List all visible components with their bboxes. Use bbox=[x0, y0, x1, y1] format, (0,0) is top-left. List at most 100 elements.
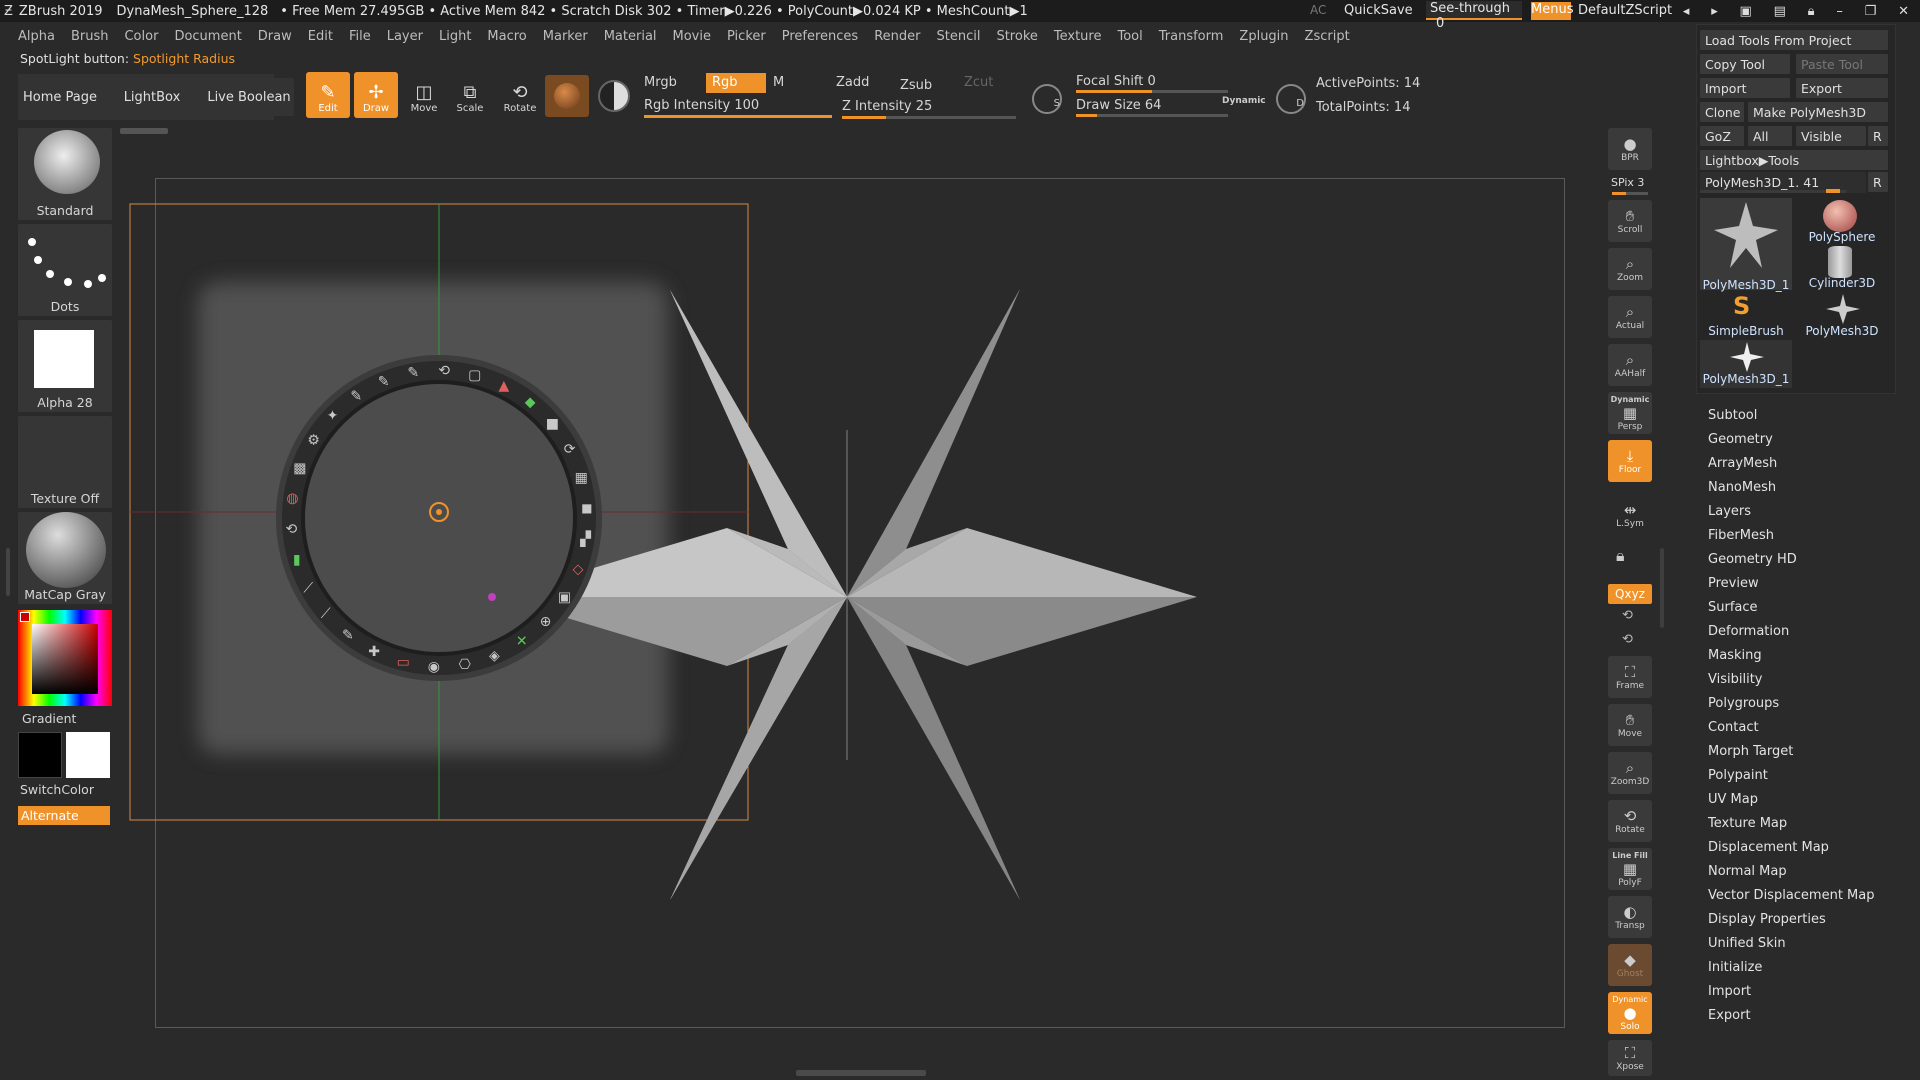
tool-thumb-polymesh3d[interactable]: PolyMesh3D bbox=[1796, 292, 1888, 338]
current-tool-slider-track[interactable] bbox=[1700, 190, 1866, 193]
subpalette-item[interactable]: Displacement Map bbox=[1708, 836, 1875, 860]
rgb-button[interactable]: Rgb bbox=[706, 73, 766, 93]
spotlight-tool-icon[interactable]: ■ bbox=[546, 416, 559, 432]
spix-slider[interactable] bbox=[1612, 192, 1648, 195]
arrow-left-icon[interactable]: ◂ bbox=[1683, 4, 1690, 19]
zadd-button[interactable]: Zadd bbox=[836, 75, 869, 90]
lock-rotation-icon[interactable]: 🔒︎ bbox=[1616, 546, 1625, 566]
spotlight-tool-icon[interactable]: ⎔ bbox=[459, 657, 471, 673]
solo-button[interactable]: Dynamic ● Solo bbox=[1608, 992, 1652, 1034]
spotlight-tool-icon[interactable]: ⟲ bbox=[438, 363, 450, 379]
spotlight-tool-icon[interactable]: ◆ bbox=[525, 394, 536, 410]
spotlight-tool-icon[interactable]: ▲ bbox=[498, 378, 509, 394]
rotate-z-icon[interactable]: ⟲ bbox=[1622, 632, 1633, 647]
current-tool-r-button[interactable]: R bbox=[1868, 172, 1888, 192]
subpalette-item[interactable]: Geometry bbox=[1708, 428, 1875, 452]
aahalf-button[interactable]: ⌕ AAHalf bbox=[1608, 344, 1652, 386]
spotlight-tool-icon[interactable]: ◍ bbox=[286, 490, 298, 506]
bpr-button[interactable]: ● BPR bbox=[1608, 128, 1652, 170]
subpalette-item[interactable]: Geometry HD bbox=[1708, 548, 1875, 572]
spotlight-dial[interactable] bbox=[276, 355, 602, 681]
goz-visible-button[interactable]: Visible bbox=[1796, 126, 1866, 146]
menu-item[interactable]: Preferences bbox=[774, 29, 866, 44]
transp-button[interactable]: ◐ Transp bbox=[1608, 896, 1652, 938]
goz-button[interactable]: GoZ bbox=[1700, 126, 1744, 146]
m-button[interactable]: M bbox=[773, 75, 784, 90]
restore-icon[interactable]: ❐ bbox=[1865, 4, 1877, 19]
menu-item[interactable]: Color bbox=[116, 29, 166, 44]
menu-item[interactable]: Texture bbox=[1046, 29, 1110, 44]
menu-item[interactable]: Edit bbox=[300, 29, 341, 44]
texture-slot[interactable]: Texture Off bbox=[18, 416, 112, 508]
current-tool-slider[interactable]: PolyMesh3D_1. 41 bbox=[1700, 172, 1866, 192]
tool-thumb-simplebrush[interactable]: SimpleBrush bbox=[1700, 292, 1792, 338]
arrow-right-icon[interactable]: ▸ bbox=[1711, 4, 1718, 19]
subpalette-item[interactable]: Masking bbox=[1708, 644, 1875, 668]
spotlight-tool-icon[interactable]: ◈ bbox=[489, 648, 500, 664]
xyz-button[interactable]: Qxyz bbox=[1608, 584, 1652, 604]
spotlight-tool-icon[interactable]: ▮ bbox=[293, 552, 301, 568]
focal-shift-slider[interactable] bbox=[1076, 90, 1228, 93]
goz-r-button[interactable]: R bbox=[1868, 126, 1888, 146]
spotlight-tool-icon[interactable]: ✎ bbox=[407, 365, 419, 381]
scroll-button[interactable]: ✋︎ Scroll bbox=[1608, 200, 1652, 242]
spotlight-tool-icon[interactable]: ▢ bbox=[468, 367, 481, 383]
paste-tool-button[interactable]: Paste Tool bbox=[1796, 54, 1888, 74]
rotate-view-button[interactable]: ⟲ Rotate bbox=[1608, 800, 1652, 842]
menu-item[interactable]: Document bbox=[166, 29, 249, 44]
spotlight-tool-icon[interactable]: ◼ bbox=[581, 501, 593, 517]
close-icon[interactable]: ✕ bbox=[1898, 4, 1909, 19]
menu-item[interactable]: Movie bbox=[665, 29, 719, 44]
spotlight-tool-icon[interactable]: ✎ bbox=[378, 374, 390, 390]
subpalette-item[interactable]: Normal Map bbox=[1708, 860, 1875, 884]
spotlight-tool-icon[interactable]: ⟲ bbox=[285, 521, 297, 537]
home-page-button[interactable]: Home Page bbox=[20, 78, 100, 116]
clone-button[interactable]: Clone bbox=[1700, 102, 1744, 122]
subpalette-item[interactable]: ArrayMesh bbox=[1708, 452, 1875, 476]
viewport-canvas[interactable]: ✎ ⟲ ▢▲◆■⟳▦◼▞◇▣⊕✕◈⎔◉▭✚✎⟋⟋▮⟲◍▩⚙✦✎✎ bbox=[120, 110, 1590, 1070]
spotlight-tool-icon[interactable]: ✎ bbox=[350, 388, 362, 404]
menu-item[interactable]: Alpha bbox=[0, 29, 63, 44]
spotlight-tool-icon[interactable]: ✦ bbox=[327, 408, 339, 424]
subpalette-item[interactable]: Layers bbox=[1708, 500, 1875, 524]
lock-icon[interactable]: 🔒︎ bbox=[1808, 4, 1815, 19]
subpalette-item[interactable]: Visibility bbox=[1708, 668, 1875, 692]
frame-button[interactable]: ⛶ Frame bbox=[1608, 656, 1652, 698]
menu-item[interactable]: Macro bbox=[479, 29, 534, 44]
stroke-slot[interactable]: Dots bbox=[18, 224, 112, 316]
spotlight-handle[interactable] bbox=[488, 593, 496, 601]
layout-alt-icon[interactable]: ▤ bbox=[1774, 4, 1786, 19]
menu-item[interactable]: Tool bbox=[1109, 29, 1150, 44]
floor-button[interactable]: ⤓ Floor bbox=[1608, 440, 1652, 482]
right-tray-handle[interactable] bbox=[1660, 548, 1664, 628]
default-zscript-button[interactable]: DefaultZScript bbox=[1578, 3, 1672, 18]
spotlight-tool-icon[interactable]: ▣ bbox=[558, 589, 571, 605]
subpalette-item[interactable]: NanoMesh bbox=[1708, 476, 1875, 500]
subpalette-item[interactable]: FiberMesh bbox=[1708, 524, 1875, 548]
spotlight-tool-icon[interactable]: ⚙ bbox=[307, 433, 320, 449]
subpalette-item[interactable]: Import bbox=[1708, 980, 1875, 1004]
subpalette-item[interactable]: Polygroups bbox=[1708, 692, 1875, 716]
persp-button[interactable]: Dynamic ▦ Persp bbox=[1608, 392, 1652, 434]
color-picker[interactable] bbox=[18, 610, 112, 706]
menu-item[interactable]: Picker bbox=[719, 29, 774, 44]
menu-item[interactable]: Stroke bbox=[988, 29, 1045, 44]
spotlight-tool-icon[interactable]: ▭ bbox=[397, 655, 410, 671]
subpalette-item[interactable]: Vector Displacement Map bbox=[1708, 884, 1875, 908]
subpalette-item[interactable]: Surface bbox=[1708, 596, 1875, 620]
xpose-button[interactable]: ⛶ Xpose bbox=[1608, 1040, 1652, 1076]
subpalette-item[interactable]: Export bbox=[1708, 1004, 1875, 1028]
menu-item[interactable]: File bbox=[341, 29, 379, 44]
menu-item[interactable]: Marker bbox=[535, 29, 596, 44]
menu-item[interactable]: Transform bbox=[1151, 29, 1232, 44]
layout-icon[interactable]: ▣ bbox=[1740, 4, 1752, 19]
tool-thumb-polymesh3d-1b[interactable]: PolyMesh3D_1 bbox=[1700, 340, 1792, 386]
spotlight-tool-icon[interactable]: ◇ bbox=[573, 562, 584, 578]
subpalette-item[interactable]: UV Map bbox=[1708, 788, 1875, 812]
gradient-sphere-icon[interactable] bbox=[598, 80, 630, 112]
polyf-button[interactable]: Line Fill ▦ PolyF bbox=[1608, 848, 1652, 890]
current-tool-slider-thumb[interactable] bbox=[1826, 189, 1840, 193]
spotlight-tool-icon[interactable]: ⟳ bbox=[564, 442, 576, 458]
menu-item[interactable]: Layer bbox=[379, 29, 431, 44]
move-view-button[interactable]: ✋︎ Move bbox=[1608, 704, 1652, 746]
